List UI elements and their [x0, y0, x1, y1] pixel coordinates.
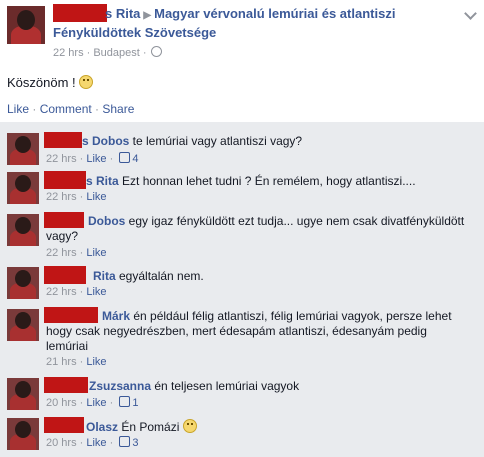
globe-icon	[150, 46, 162, 57]
arrow-right-icon: ▶	[143, 10, 152, 21]
avatar[interactable]	[7, 309, 39, 341]
like-button[interactable]: Like	[86, 153, 106, 165]
comment-text: Ezt honnan lehet tudni ? Én remélem, hog…	[118, 174, 416, 188]
post-header: s Rita ▶ Magyar vérvonalú lemúriai és atla…	[53, 6, 395, 21]
comments-section: s Dobos te lemúriai vagy atlantiszi vagy…	[0, 122, 484, 457]
group-name[interactable]: Magyar vérvonalú lemúriai és atlantiszi	[154, 6, 395, 21]
avatar[interactable]	[7, 267, 39, 299]
post-meta: 22 hrs · Budapest ·	[53, 46, 162, 59]
post: s Rita ▶ Magyar vérvonalú lemúriai és atla…	[0, 0, 484, 122]
comment-text: te lemúriai vagy atlantiszi vagy?	[129, 134, 303, 148]
post-actions: Like · Comment · Share	[7, 102, 135, 116]
avatar[interactable]	[7, 214, 39, 246]
avatar[interactable]	[7, 172, 39, 204]
thumbs-up-icon	[119, 436, 131, 447]
author-name[interactable]: s Rita	[105, 6, 140, 21]
avatar[interactable]	[7, 133, 39, 165]
like-button[interactable]: Like	[86, 437, 106, 449]
comment-text: én teljesen lemúriai vagyok	[151, 379, 300, 393]
post-text: Köszönöm !	[7, 75, 94, 90]
smiley-icon	[182, 419, 197, 433]
like-count[interactable]: 1	[132, 397, 138, 409]
comment-author[interactable]: Rita	[93, 269, 116, 283]
comment-author[interactable]: Márk	[102, 309, 130, 323]
smiley-icon	[79, 75, 94, 89]
avatar[interactable]	[7, 378, 39, 410]
comment-author[interactable]: Zsuzsanna	[89, 379, 151, 393]
group-name-cont[interactable]: Fényküldöttek Szövetsége	[53, 25, 216, 40]
like-button[interactable]: Like	[86, 356, 106, 368]
like-button[interactable]: Like	[86, 191, 106, 203]
comment-text: egyáltalán nem.	[115, 269, 204, 283]
avatar[interactable]	[7, 418, 39, 450]
like-count[interactable]: 4	[132, 153, 138, 165]
thumbs-up-icon	[119, 152, 131, 163]
post-time[interactable]: 22 hrs · Budapest ·	[53, 47, 147, 59]
like-button[interactable]: Like	[86, 397, 106, 409]
comment-author[interactable]: s Rita	[86, 174, 119, 188]
chevron-down-icon[interactable]	[464, 7, 477, 20]
share-button[interactable]: Share	[102, 102, 134, 116]
comment-button[interactable]: Comment	[40, 102, 92, 116]
like-count[interactable]: 3	[132, 437, 138, 449]
like-button[interactable]: Like	[7, 102, 29, 116]
author-avatar[interactable]	[7, 6, 45, 44]
like-button[interactable]: Like	[86, 286, 106, 298]
comment-text: Én Pomázi	[118, 420, 180, 434]
comment-author[interactable]: s Dobos	[82, 134, 129, 148]
like-button[interactable]: Like	[86, 247, 106, 259]
comment-author[interactable]: Dobos	[88, 214, 125, 228]
comment-author[interactable]: Olasz	[86, 420, 118, 434]
thumbs-up-icon	[119, 396, 131, 407]
